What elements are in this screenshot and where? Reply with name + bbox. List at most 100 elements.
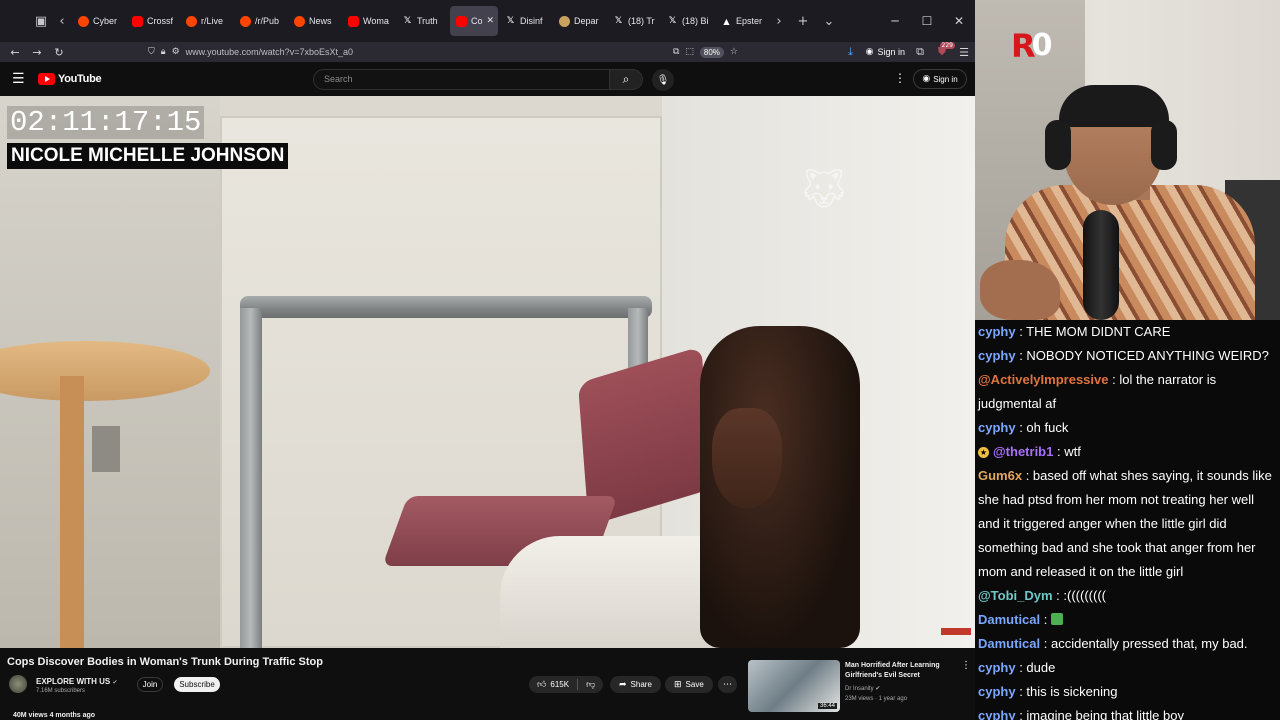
recommended-more-icon[interactable]: ⋮ bbox=[961, 660, 971, 671]
minimize-window-button[interactable]: ─ bbox=[879, 6, 911, 36]
chat-username[interactable]: cyphy bbox=[978, 420, 1016, 435]
chat-text: : :((((((((( bbox=[1052, 588, 1106, 603]
subscribe-button[interactable]: Subscribe bbox=[174, 677, 220, 692]
chat-username[interactable]: Damutical bbox=[978, 636, 1040, 651]
youtube-signin-button[interactable]: ◉ Sign in bbox=[913, 69, 967, 89]
search-button[interactable]: ⌕ bbox=[609, 69, 643, 90]
like-icon[interactable]: 👍︎ bbox=[537, 680, 546, 690]
permissions-icon[interactable]: ⚙ bbox=[172, 47, 180, 57]
chat-message: Damutical : bbox=[978, 608, 1276, 632]
youtube-play-icon bbox=[38, 73, 55, 85]
close-window-button[interactable]: ✕ bbox=[943, 6, 975, 36]
chat-username[interactable]: cyphy bbox=[978, 684, 1016, 699]
channel-name[interactable]: EXPLORE WITH US ✔ bbox=[36, 677, 118, 686]
new-tab-button[interactable]: + bbox=[790, 7, 816, 35]
chat-username[interactable]: @ActivelyImpressive bbox=[978, 372, 1108, 387]
browser-tab[interactable]: Woma bbox=[342, 6, 395, 36]
verified-icon: ✔ bbox=[875, 685, 881, 692]
tab-overview-icon[interactable]: ▣ bbox=[30, 7, 52, 35]
recommended-meta: 23M views · 1 year ago bbox=[845, 696, 908, 702]
shield-icon[interactable]: ⛉ bbox=[148, 47, 155, 57]
address-bar[interactable]: ⛉ 🔒︎ ⚙ www.youtube.com/watch?v=7xboEsXt_… bbox=[148, 43, 738, 61]
extensions-icon[interactable]: ⧉ bbox=[909, 42, 931, 62]
chat-username[interactable]: Gum6x bbox=[978, 468, 1022, 483]
browser-tab[interactable]: Cyber bbox=[72, 6, 125, 36]
stream-logo: R 0 bbox=[1011, 28, 1053, 64]
chat-username[interactable]: cyphy bbox=[978, 348, 1016, 363]
account-icon: ◉ bbox=[865, 47, 874, 57]
guide-menu-icon[interactable]: ☰ bbox=[12, 71, 28, 87]
chat-username[interactable]: cyphy bbox=[978, 324, 1016, 339]
join-button[interactable]: Join bbox=[137, 677, 163, 692]
channel-avatar[interactable] bbox=[9, 675, 27, 693]
ublock-icon[interactable]: ⛊ 229 bbox=[931, 42, 955, 62]
search-icon: ⌕ bbox=[622, 72, 630, 86]
screenshot-icon[interactable]: ⬚ bbox=[685, 47, 694, 57]
reddit-favicon-icon bbox=[294, 15, 305, 27]
url-text[interactable]: www.youtube.com/watch?v=7xboEsXt_a0 bbox=[186, 47, 667, 57]
browser-tab[interactable]: Co ✕ bbox=[450, 6, 498, 36]
subscriber-count: 7.16M subscribers bbox=[36, 688, 86, 694]
chat-username[interactable]: @thetrib1 bbox=[993, 444, 1053, 459]
chat-message: cyphy : oh fuck bbox=[978, 416, 1276, 440]
browser-tab-label: Truth bbox=[417, 16, 438, 26]
close-tab-icon[interactable]: ✕ bbox=[487, 16, 495, 26]
browser-tab[interactable]: Depar bbox=[553, 6, 606, 36]
maximize-window-button[interactable]: ☐ bbox=[911, 6, 943, 36]
browser-tab[interactable]: 𝕏 Truth bbox=[396, 6, 449, 36]
tab-scroll-right-icon[interactable]: › bbox=[768, 7, 790, 35]
account-signin-button[interactable]: ◉ Sign in bbox=[866, 47, 905, 57]
chat-text: : bbox=[1040, 612, 1048, 627]
chat-username[interactable]: cyphy bbox=[978, 708, 1016, 720]
browser-tab[interactable]: News bbox=[288, 6, 341, 36]
recommended-thumbnail[interactable]: 36:44 bbox=[748, 660, 840, 712]
video-player[interactable]: 🐺︎ 02:11:17:15 NICOLE MICHELLE JOHNSON bbox=[0, 96, 975, 648]
back-button[interactable]: ← bbox=[4, 42, 26, 62]
save-button[interactable]: ⊞ Save bbox=[665, 676, 713, 693]
zoom-level[interactable]: 80% bbox=[699, 46, 724, 58]
picture-in-picture-icon[interactable]: ⧉ bbox=[673, 47, 679, 57]
chat-username[interactable]: Damutical bbox=[978, 612, 1040, 627]
x-logo-icon: 𝕏 bbox=[614, 16, 623, 26]
chat-message: Gum6x : based off what shes saying, it s… bbox=[978, 464, 1276, 584]
browser-tab[interactable]: /r/Pub bbox=[234, 6, 287, 36]
chat-message: cyphy : THE MOM DIDNT CARE bbox=[978, 320, 1276, 344]
youtube-logo[interactable]: YouTube bbox=[38, 73, 102, 85]
browser-tab[interactable]: r/Live bbox=[180, 6, 233, 36]
forward-button[interactable]: → bbox=[26, 42, 48, 62]
like-count[interactable]: 615K bbox=[550, 680, 569, 689]
reddit-favicon-icon bbox=[240, 15, 251, 27]
tab-scroll-left-icon[interactable]: ‹ bbox=[52, 7, 72, 35]
browser-tab[interactable]: 𝕏 Disinf bbox=[499, 6, 552, 36]
reload-button[interactable]: ↻ bbox=[48, 42, 70, 62]
chat-username[interactable]: cyphy bbox=[978, 660, 1016, 675]
share-icon: ➦ bbox=[619, 679, 627, 690]
voice-search-button[interactable]: 🎙︎ bbox=[652, 69, 674, 91]
recommended-channel-text[interactable]: Dr Insanity bbox=[845, 686, 874, 692]
settings-more-icon[interactable]: ⋮ bbox=[894, 71, 906, 85]
channel-name-text[interactable]: EXPLORE WITH US bbox=[36, 677, 110, 686]
video-info: Cops Discover Bodies in Woman's Trunk Du… bbox=[0, 648, 975, 720]
browser-tab[interactable]: ▲ Epster bbox=[715, 6, 768, 36]
chat-text: : imagine being that little boy bbox=[1015, 708, 1184, 720]
more-actions-button[interactable]: ⋯ bbox=[718, 676, 737, 693]
browser-tab-label: Co bbox=[471, 16, 483, 26]
share-button[interactable]: ➦ Share bbox=[610, 676, 661, 693]
video-title: Cops Discover Bodies in Woman's Trunk Du… bbox=[7, 656, 323, 668]
app-menu-icon[interactable]: ☰ bbox=[953, 42, 975, 62]
recommended-channel[interactable]: Dr Insanity ✔ bbox=[845, 685, 880, 692]
recommended-title[interactable]: Man Horrified After Learning Girlfriend'… bbox=[845, 661, 955, 681]
bookmark-star-icon[interactable]: ☆ bbox=[730, 47, 738, 57]
tab-list-dropdown-icon[interactable]: ⌄ bbox=[816, 7, 842, 35]
downloads-icon[interactable]: ⤓ bbox=[840, 42, 862, 62]
search-input[interactable]: Search bbox=[313, 69, 609, 90]
dislike-icon[interactable]: 👎︎ bbox=[586, 680, 595, 690]
browser-tab[interactable]: Crossf bbox=[126, 6, 179, 36]
lock-icon[interactable]: 🔒︎ bbox=[161, 47, 166, 57]
like-dislike-group: 👍︎ 615K 👎︎ bbox=[529, 676, 604, 693]
youtube-favicon-icon bbox=[456, 15, 467, 27]
chat-username[interactable]: @Tobi_Dym bbox=[978, 588, 1053, 603]
video-name-overlay: NICOLE MICHELLE JOHNSON bbox=[7, 143, 289, 169]
browser-tab[interactable]: 𝕏 (18) Tr bbox=[607, 6, 660, 36]
browser-tab[interactable]: 𝕏 (18) Bi bbox=[661, 6, 714, 36]
